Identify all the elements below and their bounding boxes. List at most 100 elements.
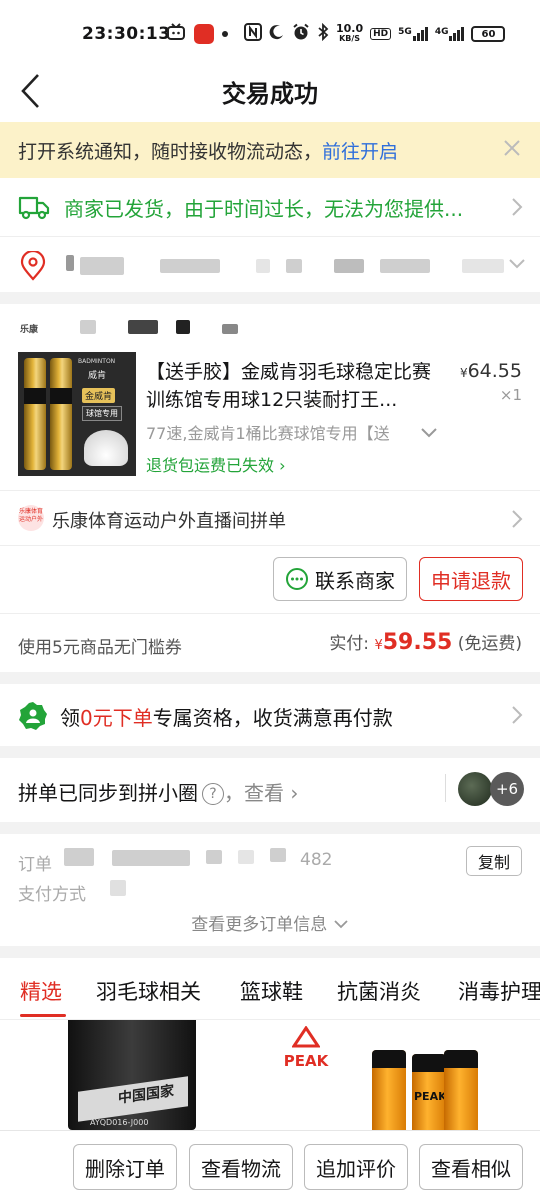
moon-icon xyxy=(269,24,285,44)
signal-4g-label: 4G xyxy=(434,27,449,37)
payment-method-label: 支付方式 xyxy=(18,885,86,905)
network-speed-unit: KB/S xyxy=(339,34,361,43)
shipping-status-text: 商家已发货，由于时间过长，无法为您提供... xyxy=(64,197,464,221)
close-banner-button[interactable] xyxy=(500,136,524,160)
tab-badminton[interactable]: 羽毛球相关 xyxy=(96,976,201,1006)
peak-tube-image xyxy=(444,1050,478,1130)
avatar-more-count[interactable]: +6 xyxy=(490,772,524,806)
tab-featured[interactable]: 精选 xyxy=(20,976,62,1006)
sku-chevron-down-icon xyxy=(421,428,437,438)
battery-icon: 60 xyxy=(471,26,506,42)
contact-merchant-button[interactable]: 联系商家 xyxy=(273,557,407,601)
notification-text: 打开系统通知，随时接收物流动态，前往开启 xyxy=(18,137,398,164)
feed-item-code: AYQD016-J000 xyxy=(90,1118,149,1127)
redacted-address xyxy=(286,259,302,273)
status-app-icons xyxy=(166,22,228,46)
address-row[interactable] xyxy=(0,236,540,292)
product-image[interactable]: BADMINTON 威肯 金威肯 球馆专用 xyxy=(18,352,136,476)
add-review-button[interactable]: 追加评价 xyxy=(304,1144,408,1190)
product-quantity: ×1 xyxy=(499,386,522,404)
peak-tube-image xyxy=(372,1050,406,1130)
paid-label: 实付: xyxy=(329,634,370,654)
view-logistics-button[interactable]: 查看物流 xyxy=(189,1144,293,1190)
product-feed: 中国国家 AYQD016-J000 PEAK PEAK xyxy=(0,1020,540,1130)
pdd-app-icon xyxy=(194,24,214,44)
shuttle-tube-left xyxy=(24,358,46,470)
payment-summary-row: 使用5元商品无门槛券 实付: ¥59.55 (免运费) xyxy=(0,613,540,672)
redacted-address-2 xyxy=(334,259,364,273)
view-chevron-icon: › xyxy=(284,781,299,805)
shuttlecock-image xyxy=(84,430,128,466)
enable-notification-link[interactable]: 前往开启 xyxy=(322,141,398,163)
tab-basketball-shoes[interactable]: 篮球鞋 xyxy=(240,976,303,1006)
copy-order-number-button[interactable]: 复制 xyxy=(466,846,522,876)
redacted-shop-name-4 xyxy=(222,324,238,334)
tv-app-icon xyxy=(166,22,186,46)
friend-circle-row[interactable]: 拼单已同步到拼小圈? ，查看 › +6 xyxy=(0,758,540,822)
redacted-order-number-4 xyxy=(238,850,254,864)
chat-icon xyxy=(286,568,308,590)
shipping-status-row[interactable]: 商家已发货，由于时间过长，无法为您提供... xyxy=(0,178,540,236)
view-similar-button[interactable]: 查看相似 xyxy=(419,1144,523,1190)
more-order-info-text: 查看更多订单信息 xyxy=(191,915,328,935)
delete-order-button[interactable]: 删除订单 xyxy=(73,1144,177,1190)
group-buy-text: 乐康体育运动户外直播间拼单 xyxy=(52,511,286,532)
notification-message: 打开系统通知，随时接收物流动态， xyxy=(18,141,323,163)
alarm-icon xyxy=(292,23,310,45)
signal-5g-icon: 5G xyxy=(398,27,428,41)
redacted-recipient xyxy=(66,255,74,271)
tab-antibacterial[interactable]: 抗菌消炎 xyxy=(337,976,421,1006)
chevron-down-icon xyxy=(509,259,525,269)
signal-5g-label: 5G xyxy=(398,27,412,37)
order-number-row: 订单 xyxy=(18,850,52,875)
help-icon[interactable]: ? xyxy=(202,783,224,805)
view-circle-link[interactable]: ，查看 xyxy=(224,781,284,805)
return-shipping-status[interactable]: 退货包运费已失效 › xyxy=(146,452,286,476)
chevron-right-icon xyxy=(512,706,523,724)
promo-suffix: 专属资格，收货满意再付款 xyxy=(152,706,393,730)
product-sku[interactable]: 77速,金威肯1桶比赛球馆专用【送 xyxy=(146,420,418,444)
redacted-payment-method xyxy=(110,880,126,896)
active-tab-indicator xyxy=(20,1014,66,1017)
return-chevron-icon: › xyxy=(274,456,286,475)
order-product-card: 乐康 BADMINTON 威肯 金威肯 球馆专用 【送手胶】金威肯羽毛球稳定比赛… xyxy=(0,304,540,672)
peak-tube-text: PEAK xyxy=(414,1090,447,1103)
request-refund-button[interactable]: 申请退款 xyxy=(419,557,523,601)
truck-icon xyxy=(18,196,50,220)
redacted-order-number xyxy=(64,848,94,866)
tab-disinfection[interactable]: 消毒护理 xyxy=(458,976,540,1006)
divider xyxy=(445,774,446,802)
feed-item[interactable]: 中国国家 AYQD016-J000 xyxy=(0,1020,268,1130)
nav-bar: 交易成功 xyxy=(0,60,540,122)
hd-badge: HD xyxy=(370,28,392,40)
contact-merchant-label: 联系商家 xyxy=(315,568,395,593)
shuttle-tube-right xyxy=(50,358,72,470)
order-number-tail: 482 xyxy=(300,850,333,870)
order-number-label: 订单 xyxy=(18,855,52,875)
product-title[interactable]: 【送手胶】金威肯羽毛球稳定比赛训练馆专用球12只装耐打王... xyxy=(146,358,436,414)
redacted-shop-name-3 xyxy=(176,320,190,334)
paid-currency: ¥ xyxy=(374,638,383,653)
return-shipping-text: 退货包运费已失效 xyxy=(146,456,275,475)
bottom-action-bar: 删除订单 查看物流 追加评价 查看相似 xyxy=(0,1130,540,1200)
close-icon xyxy=(504,140,520,156)
zero-yuan-promo-row[interactable]: 领0元下单专属资格，收货满意再付款 xyxy=(0,684,540,746)
badge-icon xyxy=(19,702,47,730)
avatar[interactable] xyxy=(458,772,492,806)
group-buy-row[interactable]: 乐康体育运动户外 乐康体育运动户外直播间拼单 xyxy=(0,490,540,546)
redacted-address-4 xyxy=(462,259,504,273)
redacted-order-number-5 xyxy=(270,848,286,862)
redacted-shop-name xyxy=(80,320,96,334)
peak-tube-image: PEAK xyxy=(412,1054,447,1130)
shop-logo[interactable]: 乐康 xyxy=(20,322,38,335)
bluetooth-icon xyxy=(317,22,329,45)
chevron-right-icon xyxy=(512,198,523,216)
feed-item[interactable]: PEAK PEAK xyxy=(272,1020,540,1130)
status-time: 23:30:13 xyxy=(82,24,171,44)
location-pin-icon xyxy=(20,251,46,281)
status-system-icons: 10.0 KB/S HD 5G 4G 60 xyxy=(244,22,506,46)
promo-highlight: 0元下单 xyxy=(80,706,153,730)
recommendation-tabs: 精选 羽毛球相关 篮球鞋 抗菌消炎 消毒护理 xyxy=(0,958,540,1020)
friend-circle-text: 拼单已同步到拼小圈? ，查看 › xyxy=(18,777,298,806)
more-order-info-link[interactable]: 查看更多订单信息 xyxy=(0,910,540,935)
